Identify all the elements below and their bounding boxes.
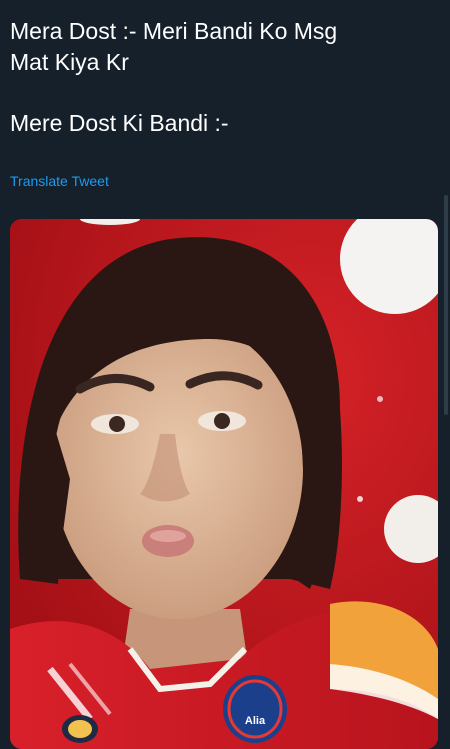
translate-tweet-link[interactable]: Translate Tweet [10, 173, 109, 189]
tweet-line-3: Mere Dost Ki Bandi :- [10, 110, 229, 136]
scrollbar[interactable] [444, 195, 448, 415]
tweet-line-2: Mat Kiya Kr [10, 49, 129, 75]
tweet-line-1: Mera Dost :- Meri Bandi Ko Msg [10, 18, 338, 44]
jersey-badge-text: Alia [245, 715, 266, 727]
tweet-photo[interactable]: Alia [10, 219, 438, 749]
tweet-text: Mera Dost :- Meri Bandi Ko Msg Mat Kiya … [10, 16, 430, 139]
